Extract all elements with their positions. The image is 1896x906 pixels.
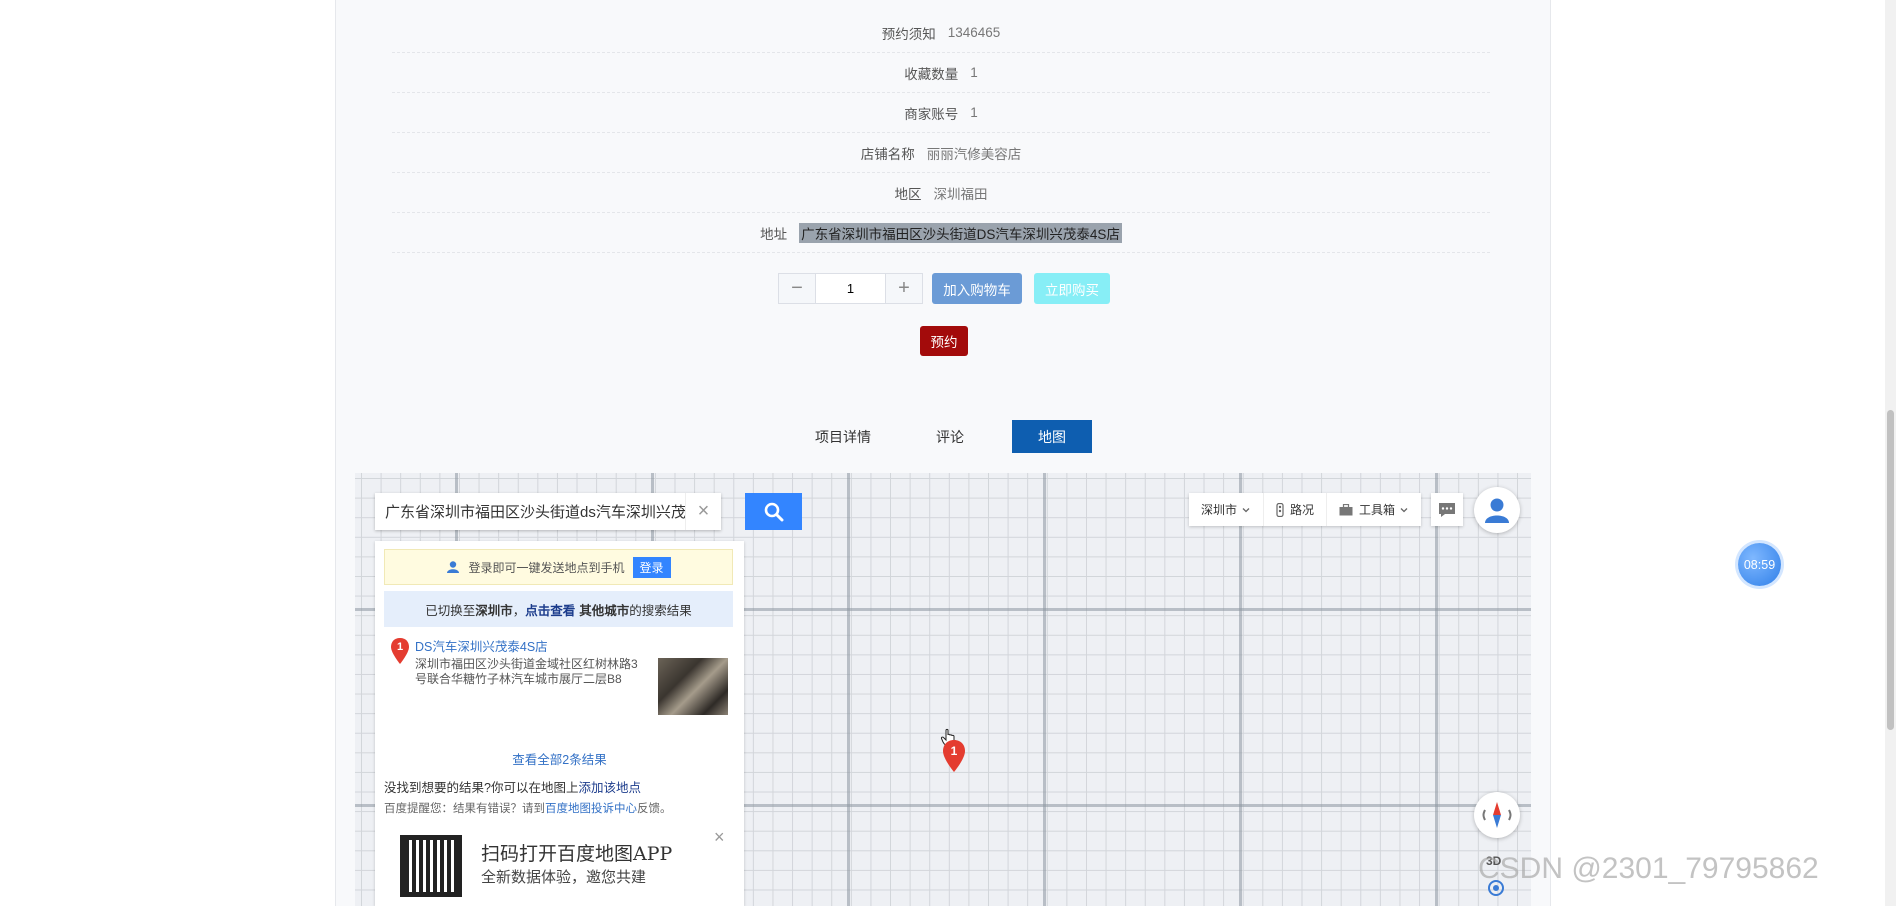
view-all-results-link[interactable]: 查看全部2条结果 xyxy=(375,749,744,768)
chevron-down-icon xyxy=(1400,507,1408,512)
toolbox-label: 工具箱 xyxy=(1359,503,1396,517)
detail-value: 1 xyxy=(970,105,978,120)
increment-button[interactable]: + xyxy=(886,274,922,303)
tab-comments[interactable]: 评论 xyxy=(920,420,980,453)
detail-label: 地区 xyxy=(894,186,922,202)
map-search-button[interactable] xyxy=(745,493,802,530)
user-avatar-icon xyxy=(1485,498,1509,523)
message-button[interactable] xyxy=(1431,493,1463,526)
city-selector[interactable]: 深圳市 xyxy=(1189,493,1265,526)
detail-value: 1 xyxy=(970,65,978,80)
watermark: CSDN @2301_79795862 xyxy=(1478,852,1819,885)
traffic-label: 路况 xyxy=(1290,503,1315,517)
add-to-cart-button[interactable]: 加入购物车 xyxy=(932,273,1022,304)
map-marker-icon[interactable]: 1 xyxy=(943,740,965,775)
map-view[interactable]: 广东省深圳市福田区沙头街道ds汽车深圳兴茂泰4S店 × 登录即可一键发送地点到手… xyxy=(355,473,1531,906)
detail-row-region: 地区 深圳福田 xyxy=(392,173,1490,213)
map-marker-number: 1 xyxy=(950,744,958,758)
result-address: 深圳市福田区沙头街道金域社区红树林路3号联合华糖竹子林汽车城市展厅二层B8 xyxy=(415,657,638,686)
city-switch-bar: 已切换至 深圳市 ， 点击查看 其他城市 的搜索结果 xyxy=(384,591,733,627)
detail-value: 1346465 xyxy=(947,25,1001,40)
detail-label: 店铺名称 xyxy=(860,146,915,162)
detail-row-notice: 预约须知 1346465 xyxy=(392,13,1490,53)
view-other-link[interactable]: 点击查看 xyxy=(525,600,575,619)
search-result-panel: 登录即可一键发送地点到手机 登录 已切换至 深圳市 ， 点击查看 其他城市 的搜… xyxy=(375,541,744,906)
detail-label: 商家账号 xyxy=(904,106,959,122)
chat-icon xyxy=(1439,502,1455,517)
floating-timer[interactable]: 08:59 xyxy=(1738,543,1781,586)
compass-button[interactable] xyxy=(1474,792,1520,838)
decrement-button[interactable]: − xyxy=(779,274,815,303)
city-switch-other: 其他城市 xyxy=(579,603,630,618)
not-found-text: 没找到想要的结果?你可以在地图上 xyxy=(384,781,579,795)
user-icon xyxy=(447,561,460,573)
tab-project-details[interactable]: 项目详情 xyxy=(800,420,886,453)
reserve-button[interactable]: 预约 xyxy=(920,326,968,356)
city-switch-mid: ， xyxy=(512,603,526,618)
qr-title: 扫码打开百度地图APP xyxy=(481,843,673,865)
search-icon xyxy=(764,502,783,521)
remind-tip: 百度提醒您：结果有错误？请到百度地图投诉中心反馈。 xyxy=(384,800,672,816)
detail-value-selected[interactable]: 广东省深圳市福田区沙头街道DS汽车深圳兴茂泰4S店 xyxy=(799,222,1122,243)
detail-label: 地址 xyxy=(760,226,788,242)
buy-now-button[interactable]: 立即购买 xyxy=(1034,273,1110,304)
qr-subtitle: 全新数据体验，邀您共建 xyxy=(481,869,647,886)
detail-row-merchant-account: 商家账号 1 xyxy=(392,93,1490,133)
close-icon[interactable]: × xyxy=(714,827,725,848)
detail-label: 预约须知 xyxy=(881,26,936,42)
toolbox-button[interactable]: 工具箱 xyxy=(1327,493,1421,526)
city-switch-city: 深圳市 xyxy=(475,603,513,618)
login-button[interactable]: 登录 xyxy=(632,556,671,578)
detail-row-favorites: 收藏数量 1 xyxy=(392,53,1490,93)
tab-map[interactable]: 地图 xyxy=(1012,420,1092,453)
remind-text: 百度提醒您：结果有错误？请到 xyxy=(384,803,545,815)
map-search-box[interactable]: 广东省深圳市福田区沙头街道ds汽车深圳兴茂泰4S店 × xyxy=(375,493,721,530)
login-tip-bar: 登录即可一键发送地点到手机 登录 xyxy=(384,549,733,585)
scrollbar-thumb[interactable] xyxy=(1887,410,1894,730)
map-search-input[interactable]: 广东省深圳市福田区沙头街道ds汽车深圳兴茂泰4S店 xyxy=(375,501,685,522)
city-switch-pre: 已切换至 xyxy=(425,603,476,618)
clear-icon[interactable]: × xyxy=(685,493,721,530)
result-photo[interactable] xyxy=(658,658,728,715)
result-marker-number: 1 xyxy=(396,641,404,653)
login-tip-text: 登录即可一键发送地点到手机 xyxy=(468,560,625,575)
map-toolbar: 深圳市 路况 工具箱 xyxy=(1189,493,1422,526)
result-title-link[interactable]: DS汽车深圳兴茂泰4S店 xyxy=(415,636,548,655)
user-center-button[interactable] xyxy=(1474,487,1520,533)
not-found-tip: 没找到想要的结果?你可以在地图上添加该地点 xyxy=(384,777,641,796)
city-selector-label: 深圳市 xyxy=(1201,503,1238,517)
traffic-light-icon xyxy=(1276,502,1284,517)
qr-code xyxy=(400,835,462,897)
detail-value: 深圳福田 xyxy=(933,186,988,202)
compass-icon xyxy=(1482,802,1512,828)
detail-row-shop-name: 店铺名称 丽丽汽修美容店 xyxy=(392,133,1490,173)
chevron-down-icon xyxy=(1242,507,1250,512)
quantity-stepper: − + xyxy=(778,273,923,304)
result-marker-icon: 1 xyxy=(391,638,409,667)
add-place-link[interactable]: 添加该地点 xyxy=(578,781,641,795)
detail-value: 丽丽汽修美容店 xyxy=(926,146,1022,162)
complaint-center-link[interactable]: 百度地图投诉中心 xyxy=(545,803,637,815)
traffic-button[interactable]: 路况 xyxy=(1264,493,1328,526)
city-switch-post: 的搜索结果 xyxy=(629,603,692,618)
remind-post: 反馈。 xyxy=(637,803,672,815)
detail-row-address: 地址 广东省深圳市福田区沙头街道DS汽车深圳兴茂泰4S店 xyxy=(392,213,1490,253)
detail-label: 收藏数量 xyxy=(904,66,959,82)
briefcase-icon xyxy=(1339,503,1353,515)
quantity-input[interactable] xyxy=(815,274,886,303)
